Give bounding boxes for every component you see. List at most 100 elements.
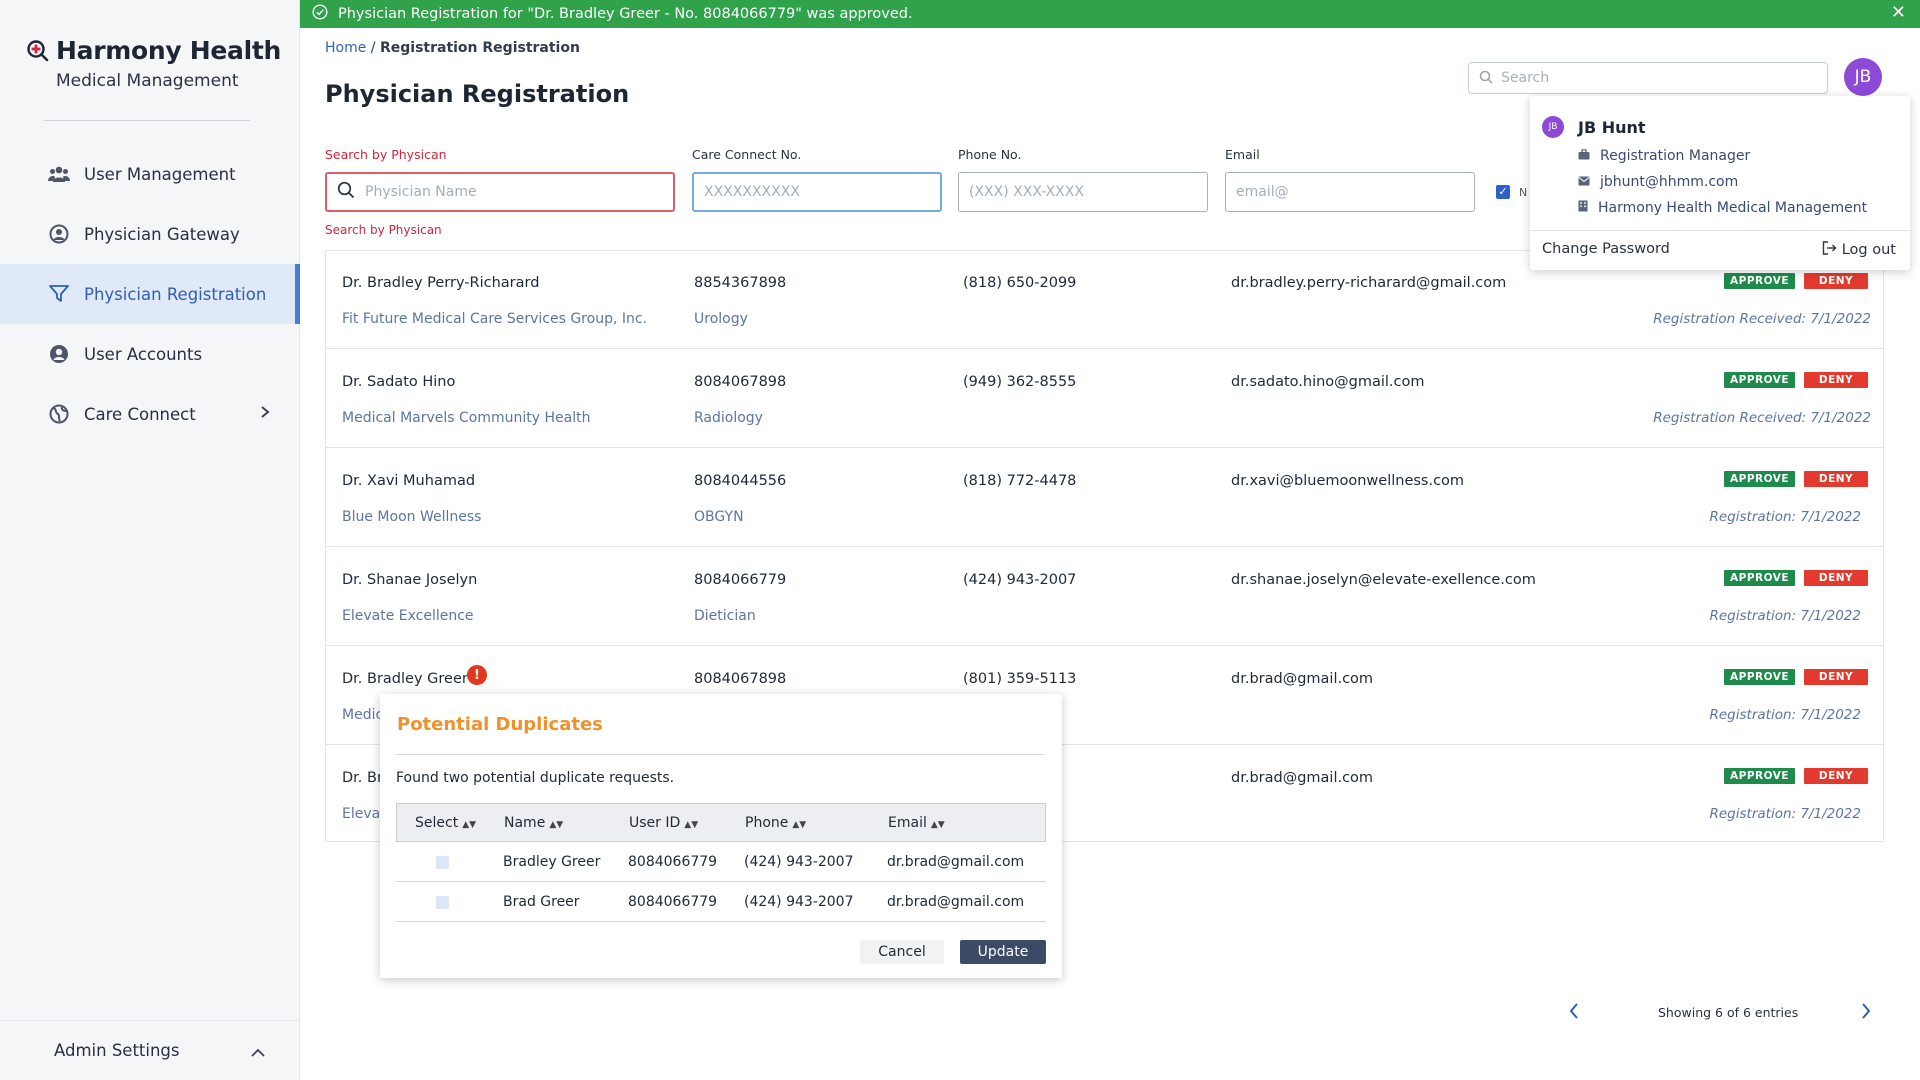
sidebar-divider: [44, 120, 250, 121]
global-search-input[interactable]: [1501, 70, 1801, 86]
check-circle-icon: [312, 4, 328, 24]
chevron-left-icon[interactable]: [1568, 1002, 1580, 1024]
user-circle-icon: [48, 223, 70, 245]
duplicate-row: Brad Greer 8084066779 (424) 943-2007 dr.…: [396, 882, 1046, 922]
physician-name: Dr. Shanae Joselyn: [342, 572, 478, 588]
modal-title: Potential Duplicates: [397, 714, 603, 735]
care-connect-number: 8084066779: [694, 572, 787, 588]
approve-button[interactable]: APPROVE: [1724, 471, 1796, 487]
profile-role-text: Registration Manager: [1600, 148, 1751, 164]
deny-button[interactable]: DENY: [1804, 372, 1868, 388]
care-connect-number: 8084067898: [694, 374, 787, 390]
breadcrumb-home-link[interactable]: Home: [325, 40, 366, 56]
column-header-phone[interactable]: Phone ▲▼: [745, 815, 806, 831]
filter-icon: [48, 283, 70, 305]
approve-button[interactable]: APPROVE: [1724, 570, 1796, 586]
deny-button[interactable]: DENY: [1804, 273, 1868, 289]
breadcrumb: Home / Registration Registration: [325, 40, 580, 56]
deny-button[interactable]: DENY: [1804, 669, 1868, 685]
admin-settings-toggle[interactable]: Admin Settings: [0, 1020, 300, 1080]
care-connect-input[interactable]: [704, 184, 917, 200]
admin-settings-label: Admin Settings: [54, 1041, 180, 1060]
profile-email: jbhunt@hhmm.com: [1578, 174, 1738, 190]
physician-email: dr.sadato.hino@gmail.com: [1231, 374, 1425, 390]
deny-button[interactable]: DENY: [1804, 471, 1868, 487]
sort-icon: ▲▼: [462, 820, 477, 830]
physician-specialty: OBGYN: [694, 509, 744, 525]
approve-button[interactable]: APPROVE: [1724, 669, 1796, 685]
sidebar-item-physician-registration[interactable]: Physician Registration: [0, 264, 300, 324]
column-header-name[interactable]: Name ▲▼: [504, 815, 563, 831]
physician-filter-hint: Search by Physican: [325, 223, 442, 237]
success-banner: Physician Registration for "Dr. Bradley …: [300, 0, 1920, 28]
column-header-select[interactable]: Select ▲▼: [415, 815, 476, 831]
cancel-button[interactable]: Cancel: [860, 940, 944, 964]
sidebar-item-user-accounts[interactable]: User Accounts: [0, 324, 300, 384]
registration-date: Registration: 7/1/2022: [1709, 608, 1862, 624]
sidebar-item-user-management[interactable]: User Management: [0, 144, 300, 204]
filter-checkbox[interactable]: ✓: [1496, 185, 1510, 199]
brand-title: Harmony Health: [56, 36, 282, 65]
physician-name: Dr. Bradley Perry-Richarard: [342, 275, 540, 291]
building-icon: [1578, 200, 1588, 216]
physician-phone: (801) 359-5113: [963, 671, 1077, 687]
table-row: Dr. Sadato Hino Medical Marvels Communit…: [326, 350, 1883, 448]
column-header-user-id[interactable]: User ID ▲▼: [629, 815, 698, 831]
phone-filter-label: Phone No.: [958, 147, 1022, 162]
physician-name: Dr. Xavi Muhamad: [342, 473, 476, 489]
select-checkbox[interactable]: [436, 856, 449, 869]
duplicates-table-header: Select ▲▼ Name ▲▼ User ID ▲▼ Phone ▲▼ Email ▲…: [396, 803, 1046, 842]
update-button[interactable]: Update: [960, 940, 1046, 964]
chevron-right-icon[interactable]: [1860, 1002, 1872, 1024]
column-label: Phone: [745, 815, 789, 831]
deny-button[interactable]: DENY: [1804, 768, 1868, 784]
registration-date: Registration: 7/1/2022: [1709, 707, 1862, 723]
physician-org: Elevate Excellence: [342, 608, 474, 624]
physician-org: Fit Future Medical Care Services Group, …: [342, 311, 648, 327]
physician-email: dr.shanae.joselyn@elevate-exellence.com: [1231, 572, 1536, 588]
column-label: User ID: [629, 815, 681, 831]
physician-org: Medical Marvels Community Health: [342, 410, 591, 426]
sidebar-item-care-connect[interactable]: Care Connect: [0, 384, 300, 444]
duplicate-phone: (424) 943-2007: [744, 894, 854, 910]
duplicate-row: Bradley Greer 8084066779 (424) 943-2007 …: [396, 842, 1046, 882]
select-checkbox[interactable]: [436, 896, 449, 909]
sidebar-item-physician-gateway[interactable]: Physician Gateway: [0, 204, 300, 264]
approve-button[interactable]: APPROVE: [1724, 768, 1796, 784]
physician-email: dr.brad@gmail.com: [1231, 671, 1374, 687]
physician-phone: (424) 943-2007: [963, 572, 1077, 588]
profile-name: JB Hunt: [1578, 118, 1646, 137]
profile-avatar: JB: [1542, 116, 1564, 138]
logout-button[interactable]: Log out: [1822, 241, 1896, 259]
close-icon[interactable]: ✕: [1891, 4, 1906, 22]
profile-organization: Harmony Health Medical Management: [1578, 200, 1867, 216]
registration-date: Registration: 7/1/2022: [1709, 509, 1862, 525]
duplicate-email: dr.brad@gmail.com: [887, 854, 1025, 870]
table-row: Dr. Xavi Muhamad Blue Moon Wellness 8084…: [326, 449, 1883, 547]
table-row: Dr. Shanae Joselyn Elevate Excellence 80…: [326, 548, 1883, 646]
email-input[interactable]: [1236, 184, 1451, 200]
duplicate-warning-icon[interactable]: !: [467, 665, 487, 685]
sort-icon: ▲▼: [549, 820, 564, 830]
breadcrumb-current: Registration Registration: [379, 40, 580, 56]
approve-button[interactable]: APPROVE: [1724, 273, 1796, 289]
phone-input[interactable]: [969, 184, 1184, 200]
column-header-email[interactable]: Email ▲▼: [888, 815, 945, 831]
care-connect-number: 8854367898: [694, 275, 787, 291]
duplicate-user-id: 8084066779: [628, 854, 718, 870]
change-password-link[interactable]: Change Password: [1542, 241, 1670, 257]
physician-email: dr.brad@gmail.com: [1231, 770, 1374, 786]
column-label: Select: [415, 815, 459, 831]
physician-name-input[interactable]: [365, 184, 668, 200]
banner-message: Physician Registration for "Dr. Bradley …: [338, 6, 913, 22]
sort-icon: ▲▼: [930, 820, 945, 830]
physician-specialty: Dietician: [694, 608, 756, 624]
sort-icon: ▲▼: [684, 820, 699, 830]
globe-icon: [48, 403, 70, 425]
care-connect-number: 8084067898: [694, 671, 787, 687]
filter-checkbox-label: N: [1519, 186, 1528, 199]
profile-divider: [1530, 230, 1910, 231]
approve-button[interactable]: APPROVE: [1724, 372, 1796, 388]
user-avatar[interactable]: JB: [1844, 58, 1882, 96]
deny-button[interactable]: DENY: [1804, 570, 1868, 586]
